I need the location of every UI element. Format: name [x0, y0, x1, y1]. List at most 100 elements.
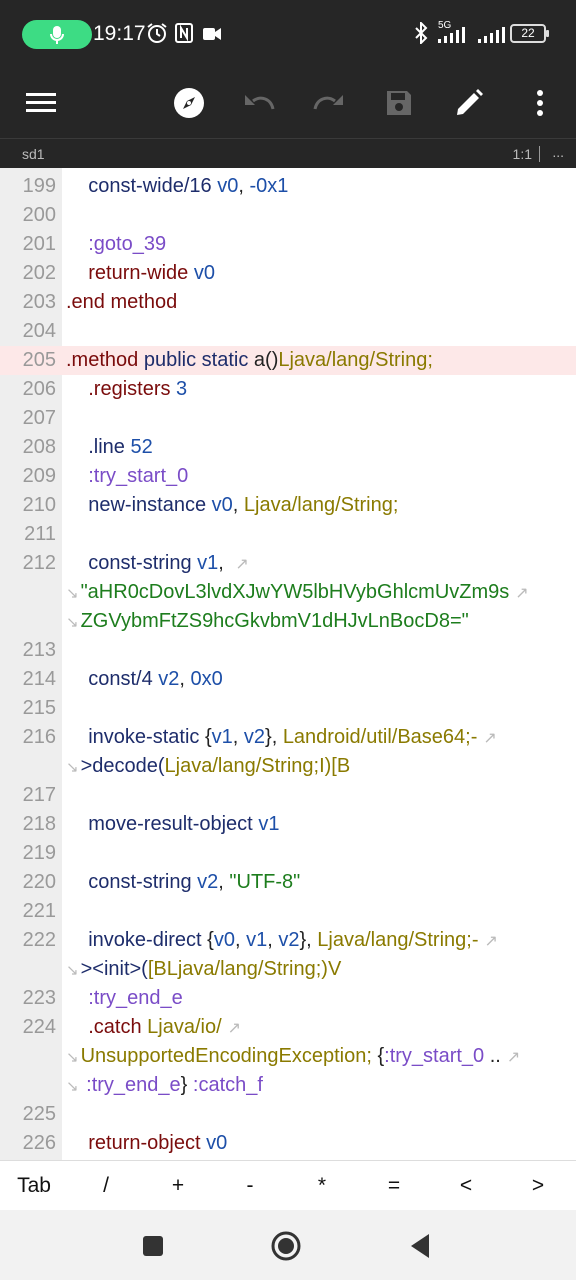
- save-icon: [387, 91, 411, 115]
- code-line[interactable]: 211: [0, 520, 576, 549]
- nfc-icon: [175, 23, 193, 43]
- code-token: const/4: [88, 668, 153, 690]
- extra-key[interactable]: <: [430, 1161, 502, 1211]
- mic-indicator[interactable]: [22, 20, 92, 49]
- home-button[interactable]: [266, 1226, 306, 1266]
- status-bar: 19:17 5G 22: [0, 0, 576, 68]
- code-line[interactable]: 207: [0, 404, 576, 433]
- code-token: v1: [197, 552, 219, 574]
- code-token: v0: [193, 262, 215, 284]
- code-token: ><init>(: [80, 958, 148, 980]
- line-number: 208: [22, 436, 56, 458]
- code-token: :try_start_0: [88, 465, 189, 487]
- code-line[interactable]: 203 .end method: [0, 288, 576, 317]
- tab-overflow[interactable]: ...: [552, 144, 564, 160]
- code-line[interactable]: 202 return-wide v0: [0, 259, 576, 288]
- line-number: 217: [22, 784, 56, 806]
- code-token: .method: [66, 349, 139, 371]
- back-icon: [411, 1234, 429, 1258]
- code-line[interactable]: 205 .method public static a()Ljava/lang/S…: [0, 346, 576, 375]
- code-text: const-string v2, "UTF-8": [66, 868, 300, 897]
- code-line[interactable]: 208 .line 52: [0, 433, 576, 462]
- edit-button[interactable]: [446, 80, 492, 126]
- code-text: .end method: [66, 288, 177, 317]
- code-line[interactable]: 206 .registers 3: [0, 375, 576, 404]
- extra-key[interactable]: -: [214, 1161, 286, 1211]
- code-line[interactable]: 216 invoke-static {v1, v2}, Landroid/uti…: [0, 723, 576, 752]
- code-line-continuation[interactable]: ↘ :try_end_e} :catch_f: [0, 1071, 576, 1100]
- code-line[interactable]: 220 const-string v2, "UTF-8": [0, 868, 576, 897]
- code-token: ,: [232, 726, 244, 748]
- code-token: v2: [197, 871, 219, 893]
- code-token: 3: [176, 378, 188, 400]
- code-token: v2: [243, 726, 266, 748]
- code-token: },: [299, 929, 318, 951]
- undo-button[interactable]: [236, 80, 282, 126]
- menu-button[interactable]: [18, 80, 64, 126]
- extra-key[interactable]: >: [502, 1161, 574, 1211]
- code-line[interactable]: 214 const/4 v2, 0x0: [0, 665, 576, 694]
- code-line[interactable]: 225: [0, 1100, 576, 1129]
- recents-button[interactable]: [133, 1226, 173, 1266]
- extra-keys-bar: Tab / + - * = < >: [0, 1160, 576, 1210]
- code-token: .catch: [88, 1016, 142, 1038]
- back-button[interactable]: [400, 1226, 440, 1266]
- code-line-continuation[interactable]: ↘ UnsupportedEncodingException; {:try_sta…: [0, 1042, 576, 1071]
- extra-key[interactable]: =: [358, 1161, 430, 1211]
- line-number: 222: [22, 929, 56, 951]
- code-line[interactable]: 209 :try_start_0: [0, 462, 576, 491]
- line-number: 206: [22, 378, 56, 400]
- line-number: 216: [22, 726, 56, 748]
- code-token: v1: [246, 929, 268, 951]
- code-line-continuation[interactable]: ↘ >decode(Ljava/lang/String;I)[B: [0, 752, 576, 781]
- code-editor[interactable]: 199 const-wide/16 v0, -0x1 200 201 :goto_3…: [0, 168, 576, 1160]
- code-line[interactable]: 215: [0, 694, 576, 723]
- code-token: ,: [218, 871, 230, 893]
- code-line-continuation[interactable]: ↘ ZGVybmFtZS9hcGkvbmV1dHJvLnBocD8=": [0, 607, 576, 636]
- wrap-icon: ↗: [235, 556, 249, 573]
- extra-key[interactable]: +: [142, 1161, 214, 1211]
- code-line[interactable]: 201 :goto_39: [0, 230, 576, 259]
- code-line[interactable]: 224 .catch Ljava/io/ ↗: [0, 1013, 576, 1042]
- code-line[interactable]: 213: [0, 636, 576, 665]
- line-number: 218: [22, 813, 56, 835]
- extra-key[interactable]: /: [70, 1161, 142, 1211]
- redo-button[interactable]: [306, 80, 352, 126]
- code-text: .line 52: [66, 433, 153, 462]
- code-token: .line: [88, 436, 125, 458]
- undo-icon: [245, 95, 275, 110]
- save-button[interactable]: [376, 80, 422, 126]
- extra-key[interactable]: *: [286, 1161, 358, 1211]
- code-line[interactable]: 199 const-wide/16 v0, -0x1: [0, 172, 576, 201]
- code-token: "UTF-8": [229, 871, 301, 893]
- code-text: invoke-static {v1, v2}, Landroid/util/Ba…: [66, 723, 497, 753]
- code-line[interactable]: 204: [0, 317, 576, 346]
- more-options-button[interactable]: [517, 80, 563, 126]
- navigate-button[interactable]: [166, 80, 212, 126]
- code-token: Ljava/lang/String;: [278, 349, 433, 371]
- code-line[interactable]: 219: [0, 839, 576, 868]
- code-line[interactable]: 223 :try_end_e: [0, 984, 576, 1013]
- code-token: ,: [218, 552, 230, 574]
- code-line[interactable]: 200: [0, 201, 576, 230]
- code-line[interactable]: 221: [0, 897, 576, 926]
- code-text: const-string v1, ↗: [66, 549, 249, 579]
- code-line[interactable]: 218 move-result-object v1: [0, 810, 576, 839]
- extra-key[interactable]: Tab: [0, 1161, 70, 1211]
- code-line-continuation[interactable]: ↘ ><init>([BLjava/lang/String;)V: [0, 955, 576, 984]
- code-token: Ljava/lang/String;-: [317, 929, 479, 951]
- code-line-continuation[interactable]: ↘ "aHR0cDovL3lvdXJwYW5lbHVybGhlcmUvZm9s ↗: [0, 578, 576, 607]
- code-token: ..: [484, 1045, 501, 1067]
- code-line[interactable]: 210 new-instance v0, Ljava/lang/String;: [0, 491, 576, 520]
- file-tab[interactable]: sd1: [22, 146, 45, 162]
- line-number: 225: [22, 1103, 56, 1125]
- line-number: 219: [22, 842, 56, 864]
- home-icon: [271, 1231, 301, 1261]
- code-line[interactable]: 226 return-object v0: [0, 1129, 576, 1158]
- code-line[interactable]: 217: [0, 781, 576, 810]
- code-line[interactable]: 212 const-string v1, ↗: [0, 549, 576, 578]
- code-line[interactable]: 222 invoke-direct {v0, v1, v2}, Ljava/la…: [0, 926, 576, 955]
